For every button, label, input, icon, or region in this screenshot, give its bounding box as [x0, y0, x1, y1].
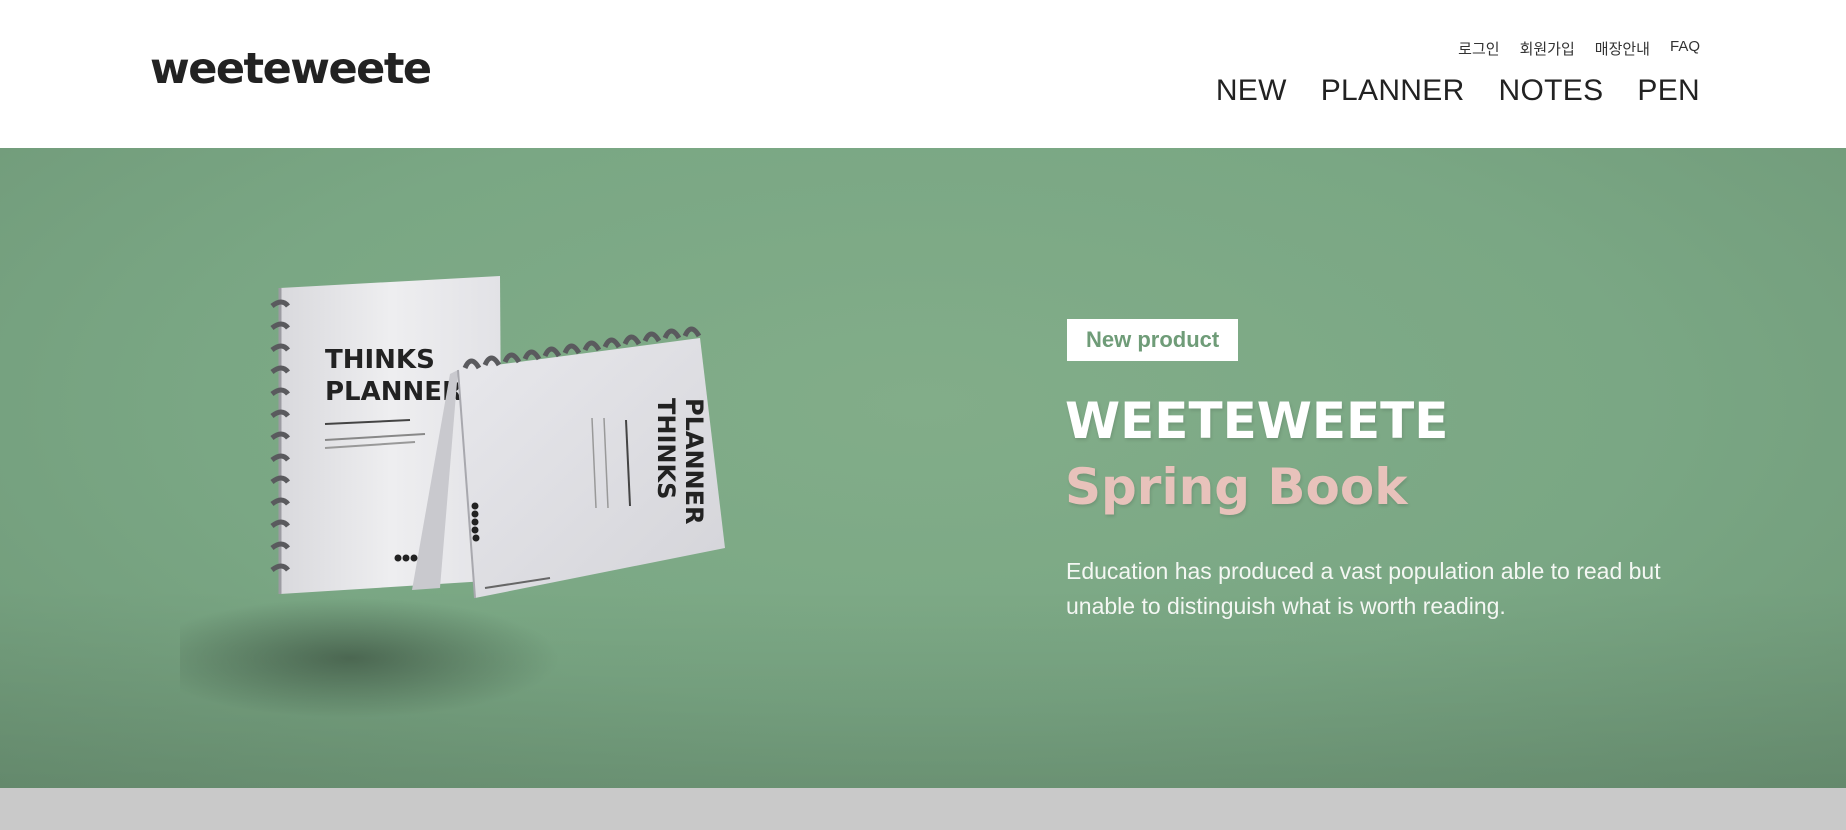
nav-item-planner[interactable]: PLANNER [1321, 74, 1465, 108]
new-product-badge: New product [1067, 319, 1239, 361]
back-notebook-title-line1: THINKS [325, 345, 435, 375]
front-notebook-title-line1: THINKS [652, 398, 680, 499]
notebook-image: THINKS PLANNER THINKS PLANNER [180, 276, 725, 718]
nav-item-notes[interactable]: NOTES [1499, 74, 1604, 108]
page: weeteweete 로그인 회원가입 매장안내 FAQ NEW PLANNER… [0, 0, 1846, 830]
bottom-section-strip [0, 788, 1846, 830]
main-nav: NEW PLANNER NOTES PEN [1216, 74, 1700, 108]
front-notebook-title-line2: PLANNER [680, 398, 708, 525]
hero-banner[interactable]: THINKS PLANNER THINKS PLANNER New produc… [0, 148, 1846, 788]
faq-link[interactable]: FAQ [1670, 38, 1700, 59]
login-link[interactable]: 로그인 [1458, 38, 1499, 59]
site-logo[interactable]: weeteweete [150, 44, 432, 94]
signup-link[interactable]: 회원가입 [1520, 38, 1575, 59]
site-header: weeteweete 로그인 회원가입 매장안내 FAQ NEW PLANNER… [0, 0, 1846, 148]
hero-subtitle: Spring Book [1065, 458, 1408, 516]
nav-item-pen[interactable]: PEN [1637, 74, 1700, 108]
back-notebook-title-line2: PLANNER [325, 377, 462, 407]
store-info-link[interactable]: 매장안내 [1595, 38, 1650, 59]
hero-description: Education has produced a vast population… [1066, 558, 1661, 619]
hero-title: WEETEWEETE [1065, 392, 1449, 450]
nav-item-new[interactable]: NEW [1216, 74, 1287, 108]
utility-nav: 로그인 회원가입 매장안내 FAQ [1458, 38, 1700, 59]
